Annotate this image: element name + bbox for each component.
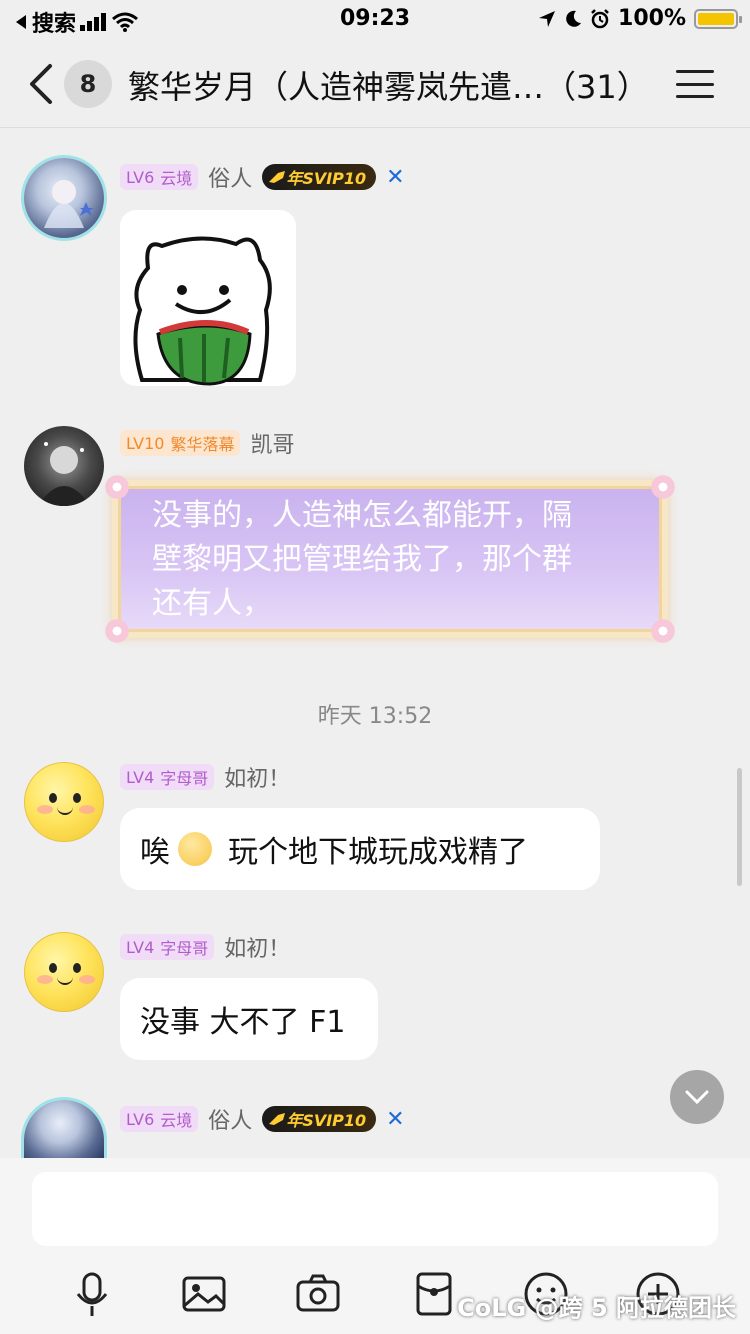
message-text: 没事 大不了 F1 bbox=[140, 1005, 346, 1040]
level-badge: LV6 云境 bbox=[120, 164, 199, 190]
sender-name[interactable]: 俗人 bbox=[208, 1103, 252, 1135]
message-line: 还有人， bbox=[152, 586, 272, 621]
status-bar: 搜索 09:23 100% bbox=[0, 0, 750, 40]
message-text: 玩个地下城玩成戏精了 bbox=[228, 835, 528, 870]
camera-icon[interactable] bbox=[292, 1268, 344, 1320]
moon-icon bbox=[566, 10, 582, 27]
avatar-image bbox=[44, 180, 94, 228]
cat-watermelon-sticker bbox=[133, 236, 272, 386]
alarm-icon bbox=[591, 8, 609, 28]
level-title: 云境 bbox=[160, 1111, 193, 1130]
rocket-icon bbox=[269, 171, 286, 183]
message-bubble[interactable]: 唉 玩个地下城玩成戏精了 bbox=[120, 808, 600, 890]
unread-count-badge[interactable]: 8 bbox=[64, 60, 112, 108]
x-badge-icon: ✕ bbox=[386, 164, 405, 190]
sender-name[interactable]: 如初！ bbox=[224, 761, 290, 793]
message-input[interactable] bbox=[32, 1172, 718, 1246]
location-icon bbox=[539, 10, 556, 27]
level-text: LV4 bbox=[126, 937, 155, 957]
sender-row: LV10 繁华落幕 凯哥 bbox=[120, 428, 295, 458]
microphone-icon[interactable] bbox=[66, 1268, 118, 1320]
decorated-message-bubble[interactable]: 没事的，人造神怎么都能开，隔 壁黎明又把管理给我了，那个群 还有人， bbox=[102, 472, 678, 646]
message-line: 没事的，人造神怎么都能开，隔 bbox=[152, 498, 572, 533]
status-right: 100% bbox=[538, 6, 742, 31]
message-bubble[interactable]: 没事 大不了 F1 bbox=[120, 978, 378, 1060]
svip-badge: 年SVIP10 bbox=[262, 1106, 377, 1132]
chat-title[interactable]: 繁华岁月（人造神雾岚先遣…（31） bbox=[128, 62, 668, 108]
level-badge: LV4 字母哥 bbox=[120, 764, 215, 790]
sweat-face-emoji-icon bbox=[178, 832, 212, 866]
level-text: LV4 bbox=[126, 767, 155, 787]
sender-name[interactable]: 凯哥 bbox=[250, 427, 294, 459]
scroll-to-bottom-button[interactable] bbox=[670, 1070, 724, 1124]
sender-name[interactable]: 俗人 bbox=[208, 161, 252, 193]
flower-decoration-icon bbox=[648, 616, 678, 646]
menu-icon[interactable] bbox=[676, 70, 714, 98]
level-title: 字母哥 bbox=[160, 939, 209, 958]
sender-row: LV4 字母哥 如初！ bbox=[120, 762, 290, 792]
battery-percent: 100% bbox=[618, 6, 686, 31]
battery-icon bbox=[694, 8, 742, 29]
level-badge: LV4 字母哥 bbox=[120, 934, 215, 960]
avatar[interactable] bbox=[24, 1100, 104, 1158]
sender-row: LV6 云境 俗人 年SVIP10 ✕ bbox=[120, 1104, 405, 1134]
level-text: LV6 bbox=[126, 1109, 155, 1129]
chevron-down-icon bbox=[685, 1090, 709, 1104]
svip-badge: 年SVIP10 bbox=[262, 164, 377, 190]
sender-name[interactable]: 如初！ bbox=[224, 931, 290, 963]
avatar[interactable] bbox=[24, 158, 104, 238]
back-chevron-icon[interactable] bbox=[26, 62, 56, 106]
scrollbar[interactable] bbox=[737, 768, 742, 886]
avatar-image bbox=[38, 442, 90, 506]
level-title: 字母哥 bbox=[160, 769, 209, 788]
svip-text: 年SVIP10 bbox=[286, 169, 367, 188]
watermark: CoLG @跨 5 阿拉德团长 bbox=[457, 1294, 736, 1322]
chat-screen: { "status_bar": { "back_app": "搜索", "tim… bbox=[0, 0, 750, 1334]
red-packet-icon[interactable] bbox=[408, 1268, 460, 1320]
message-timestamp: 昨天 13:52 bbox=[317, 704, 433, 729]
avatar[interactable] bbox=[24, 762, 104, 842]
chat-header: 8 繁华岁月（人造神雾岚先遣…（31） bbox=[0, 40, 750, 128]
flower-decoration-icon bbox=[648, 472, 678, 502]
rocket-icon bbox=[269, 1113, 286, 1125]
svip-text: 年SVIP10 bbox=[286, 1111, 367, 1130]
avatar[interactable] bbox=[24, 932, 104, 1012]
sender-row: LV4 字母哥 如初！ bbox=[120, 932, 290, 962]
avatar[interactable] bbox=[24, 426, 104, 506]
message-text: 唉 bbox=[140, 835, 170, 870]
input-area: CoLG @跨 5 阿拉德团长 bbox=[0, 1158, 750, 1334]
sticker-image[interactable] bbox=[120, 210, 296, 386]
flower-decoration-icon bbox=[102, 472, 132, 502]
level-text: LV10 bbox=[126, 433, 165, 453]
image-icon[interactable] bbox=[178, 1268, 230, 1320]
x-badge-icon: ✕ bbox=[386, 1106, 405, 1132]
level-title: 繁华落幕 bbox=[170, 435, 235, 454]
flower-decoration-icon bbox=[102, 616, 132, 646]
level-badge: LV10 繁华落幕 bbox=[120, 430, 241, 456]
level-badge: LV6 云境 bbox=[120, 1106, 199, 1132]
sender-row: LV6 云境 俗人 年SVIP10 ✕ bbox=[120, 162, 405, 192]
level-text: LV6 bbox=[126, 167, 155, 187]
level-title: 云境 bbox=[160, 169, 193, 188]
message-line: 壁黎明又把管理给我了，那个群 bbox=[152, 542, 572, 577]
